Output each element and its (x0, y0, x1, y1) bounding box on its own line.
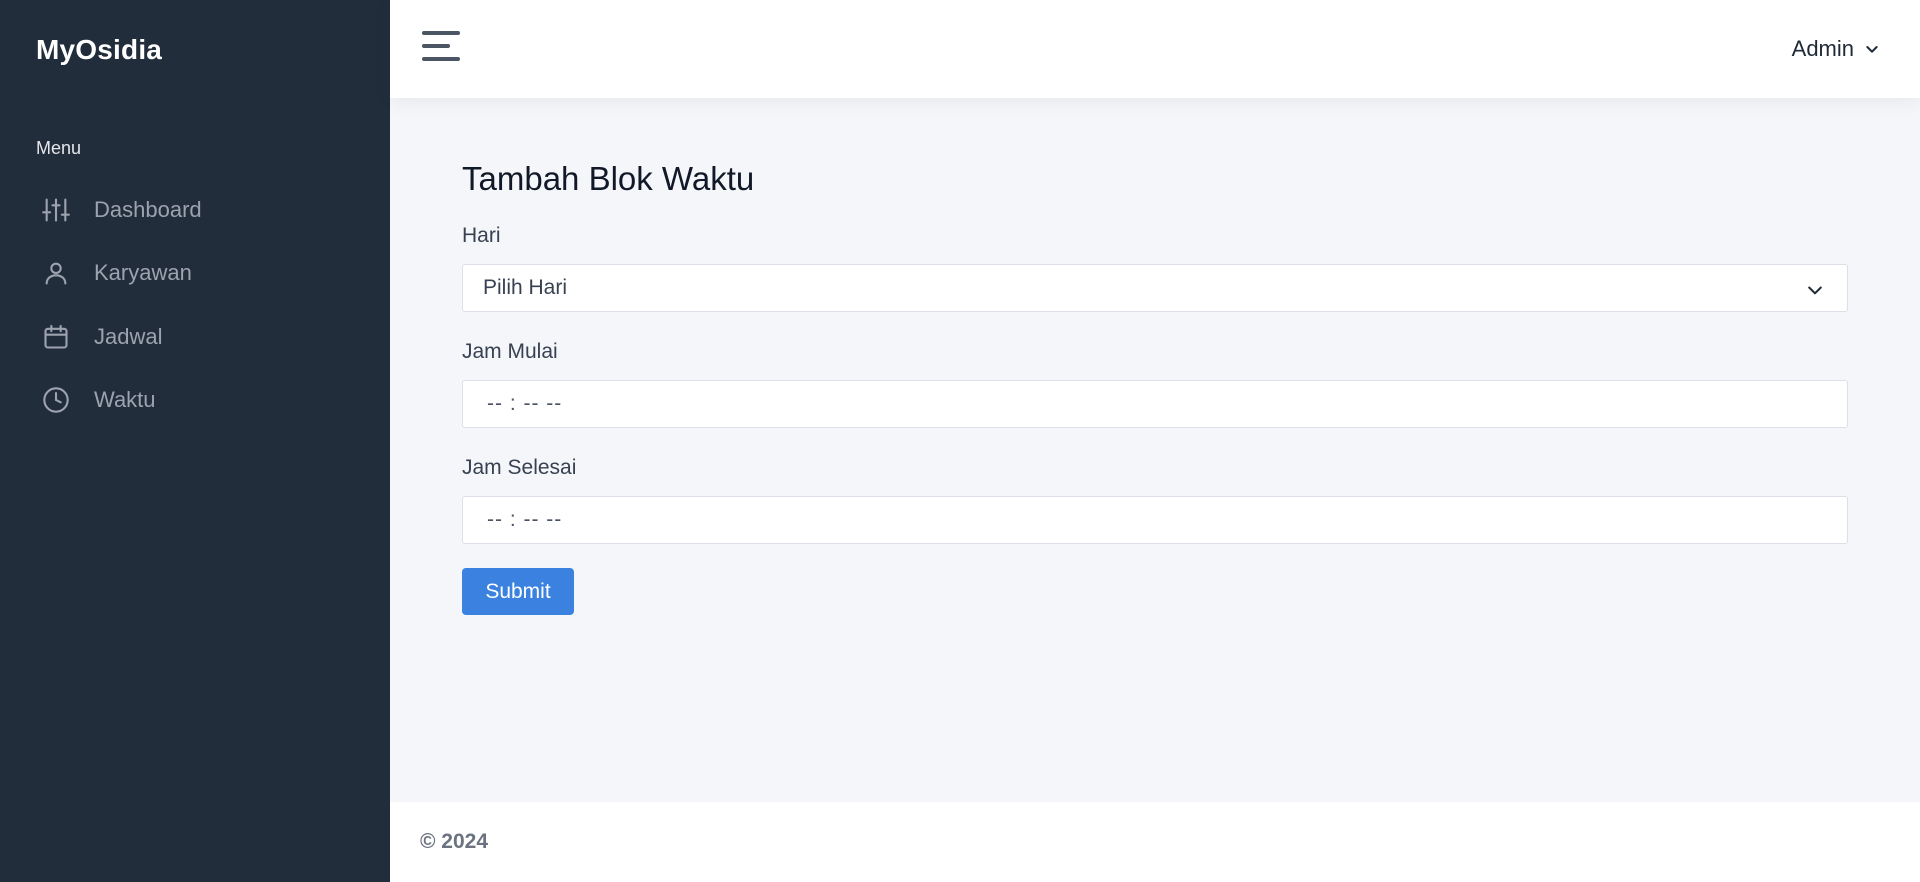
sidebar-item-karyawan[interactable]: Karyawan (0, 242, 390, 306)
end-time-input[interactable]: -- : -- -- (462, 496, 1848, 544)
sidebar: MyOsidia Menu Dashboard Karyawan Jadwal (0, 0, 390, 882)
sidebar-item-label: Karyawan (94, 260, 192, 286)
main-content: Tambah Blok Waktu Hari Pilih Hari Jam Mu… (462, 160, 1848, 615)
copyright-text: © 2024 (420, 830, 489, 853)
sidebar-nav: Dashboard Karyawan Jadwal Waktu (0, 178, 390, 432)
top-bar: Admin (390, 0, 1920, 98)
day-select[interactable]: Pilih Hari (462, 264, 1848, 312)
footer: © 2024 (390, 802, 1920, 882)
sidebar-item-label: Jadwal (94, 323, 163, 349)
start-time-input[interactable]: -- : -- -- (462, 380, 1848, 428)
sidebar-item-label: Dashboard (94, 196, 202, 222)
menu-toggle-icon[interactable] (422, 31, 460, 65)
page-title: Tambah Blok Waktu (462, 160, 755, 197)
end-time-value: -- : -- -- (487, 508, 563, 531)
end-time-label: Jam Selesai (462, 456, 577, 479)
start-time-label: Jam Mulai (462, 340, 558, 363)
sidebar-item-jadwal[interactable]: Jadwal (0, 305, 390, 369)
chevron-down-icon (1808, 286, 1822, 295)
clock-icon (43, 387, 69, 413)
sidebar-item-waktu[interactable]: Waktu (0, 369, 390, 433)
day-select-value: Pilih Hari (483, 276, 568, 299)
user-icon (45, 262, 67, 285)
sidebar-item-dashboard[interactable]: Dashboard (0, 178, 390, 242)
sliders-icon (42, 198, 70, 222)
menu-heading: Menu (36, 138, 82, 158)
user-menu[interactable]: Admin (1792, 36, 1880, 62)
day-label: Hari (462, 224, 501, 247)
submit-button[interactable]: Submit (462, 568, 574, 615)
calendar-icon (44, 324, 68, 349)
user-menu-label: Admin (1791, 36, 1854, 61)
brand-logo[interactable]: MyOsidia (36, 34, 162, 66)
chevron-down-icon (1866, 46, 1878, 53)
start-time-value: -- : -- -- (487, 392, 563, 415)
sidebar-item-label: Waktu (94, 387, 156, 413)
